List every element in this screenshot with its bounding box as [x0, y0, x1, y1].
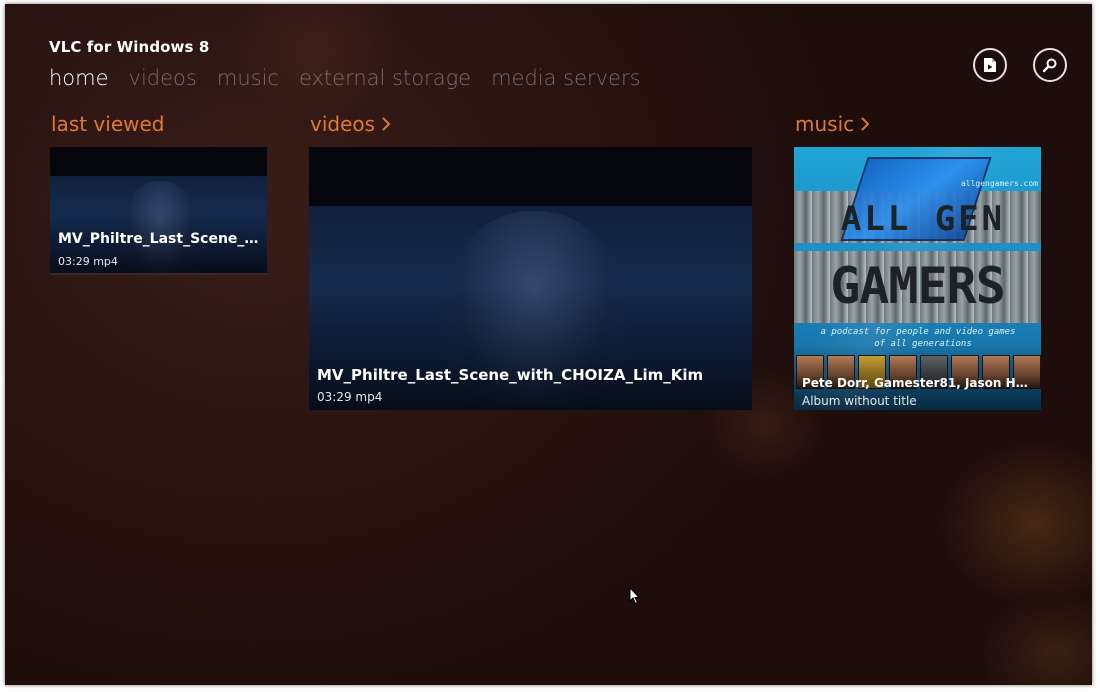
album-tile[interactable]: allgengamers.com ALL GEN GAMERS a podcas… — [794, 147, 1041, 410]
playback-progress — [50, 273, 267, 275]
search-button[interactable] — [1033, 48, 1067, 82]
nav-home[interactable]: home — [49, 66, 109, 90]
tile-title: MV_Philtre_Last_Scene_with_CHOIZA_Lim_Ki… — [317, 366, 704, 384]
album-art-top: ALL GEN — [840, 199, 1006, 239]
app-window: VLC for Windows 8 home videos music exte… — [5, 4, 1092, 685]
search-icon — [1042, 58, 1057, 73]
section-title-videos: videos — [310, 112, 376, 136]
video-tile[interactable]: MV_Philtre_Last_Scene_with_CHOIZA_Lim_Ki… — [309, 147, 752, 410]
section-header-last-viewed: last viewed — [51, 112, 165, 136]
main-nav: home videos music external storage media… — [49, 66, 641, 90]
album-art-site: allgengamers.com — [960, 179, 1038, 188]
section-header-videos[interactable]: videos — [310, 112, 391, 136]
nav-music[interactable]: music — [217, 66, 279, 90]
chevron-right-icon — [861, 117, 870, 131]
section-title-last-viewed: last viewed — [51, 112, 165, 136]
mouse-cursor — [629, 587, 641, 605]
app-title: VLC for Windows 8 — [49, 38, 210, 56]
tile-subtitle: 03:29 mp4 — [317, 390, 383, 404]
last-viewed-tile[interactable]: MV_Philtre_Last_Scene_with_CHOIZA_Lim_Ki… — [50, 147, 267, 275]
tile-title: MV_Philtre_Last_Scene_with_CHOIZA_Lim_Ki… — [58, 231, 261, 247]
album-name: Album without title — [802, 394, 917, 408]
album-art-tagline-1: a podcast for people and video games — [820, 327, 1016, 337]
nav-media-servers[interactable]: media servers — [491, 66, 641, 90]
tile-subtitle: 03:29 mp4 — [58, 255, 118, 268]
nav-videos[interactable]: videos — [129, 66, 197, 90]
file-icon — [984, 58, 996, 72]
section-header-music[interactable]: music — [795, 112, 870, 136]
album-artist: Pete Dorr, Gamester81, Jason Heine, Paul… — [802, 376, 1035, 390]
album-art-main: GAMERS — [830, 257, 1006, 315]
chevron-right-icon — [382, 117, 391, 131]
nav-external-storage[interactable]: external storage — [299, 66, 471, 90]
open-file-button[interactable] — [973, 48, 1007, 82]
section-title-music: music — [795, 112, 855, 136]
